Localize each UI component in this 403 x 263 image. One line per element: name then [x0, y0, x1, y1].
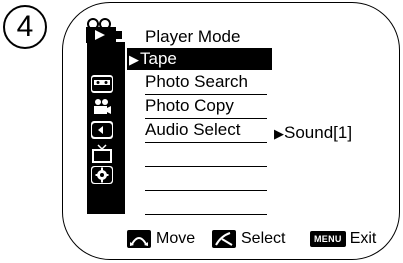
selection-arrow-icon: ▶ — [129, 52, 139, 67]
move-hint: Move — [127, 228, 195, 250]
menu-item-photo-search[interactable]: Photo Search — [145, 71, 267, 95]
exit-label: Exit — [349, 230, 377, 247]
menu-item-label: Tape — [140, 49, 177, 68]
audio-select-value-text: Sound[1] — [284, 123, 353, 142]
menu-item-label: Photo Search — [145, 72, 249, 91]
tape-icon[interactable] — [91, 75, 113, 93]
move-key-icon — [127, 230, 151, 248]
menu-item-photo-copy[interactable]: Photo Copy — [145, 95, 267, 119]
menu-item-empty — [145, 167, 267, 191]
audio-select-value: ▶Sound[1] — [274, 123, 352, 143]
memory-card-icon[interactable] — [91, 121, 113, 139]
menu-item-empty — [145, 143, 267, 167]
menu-item-label: Audio Select — [145, 120, 241, 139]
select-label: Select — [241, 230, 286, 247]
submenu-arrow-icon: ▶ — [274, 126, 284, 141]
menu-item-tape-selected[interactable]: ▶Tape — [127, 48, 272, 70]
camera-icon[interactable] — [91, 98, 113, 116]
settings-icon[interactable] — [91, 166, 113, 184]
step-number: 4 — [16, 10, 34, 43]
camcorder-icon — [86, 18, 122, 43]
menu-item-empty — [145, 191, 267, 215]
menu-title: Player Mode — [145, 27, 241, 46]
tv-icon[interactable] — [91, 144, 113, 163]
menu-key-icon: MENU — [310, 231, 346, 247]
menu-item-label: Photo Copy — [145, 96, 234, 115]
menu-item-audio-select[interactable]: Audio Select — [145, 119, 267, 143]
select-hint: Select — [212, 228, 285, 250]
select-key-icon — [212, 230, 236, 248]
step-number-badge: 4 — [3, 5, 47, 49]
exit-hint: MENU Exit — [310, 228, 376, 250]
move-label: Move — [156, 230, 196, 247]
